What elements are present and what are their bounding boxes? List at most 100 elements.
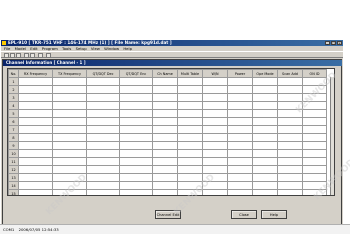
table-cell[interactable] xyxy=(52,85,87,94)
table-cell[interactable] xyxy=(18,77,53,86)
table-cell[interactable] xyxy=(152,117,178,126)
table-cell[interactable] xyxy=(227,109,253,118)
table-cell[interactable] xyxy=(52,77,87,86)
table-cell[interactable] xyxy=(177,165,203,174)
table-row[interactable]: 13 xyxy=(8,173,327,182)
table-cell[interactable] xyxy=(252,165,278,174)
table-cell[interactable] xyxy=(18,117,53,126)
table-cell[interactable] xyxy=(202,141,228,150)
channel-grid[interactable]: No. RX Frequency TX Frequency QT/DQT Dec… xyxy=(7,68,335,196)
table-cell[interactable] xyxy=(152,157,178,166)
table-cell[interactable] xyxy=(18,189,53,195)
table-cell[interactable] xyxy=(119,125,153,134)
table-cell[interactable] xyxy=(52,157,87,166)
table-cell[interactable] xyxy=(119,157,153,166)
close-button[interactable]: Close xyxy=(231,210,257,219)
table-cell[interactable] xyxy=(302,141,327,150)
table-cell[interactable] xyxy=(119,77,153,86)
table-cell[interactable] xyxy=(86,141,120,150)
table-row[interactable]: 6 xyxy=(8,117,327,126)
minimize-button[interactable]: _ xyxy=(325,41,330,45)
table-cell[interactable] xyxy=(227,173,253,182)
table-row[interactable]: 1 xyxy=(8,77,327,86)
table-cell[interactable] xyxy=(86,93,120,102)
table-cell[interactable] xyxy=(86,117,120,126)
table-cell[interactable] xyxy=(302,133,327,142)
table-cell[interactable] xyxy=(52,189,87,195)
table-cell[interactable] xyxy=(18,93,53,102)
table-cell[interactable] xyxy=(302,77,327,86)
table-cell[interactable] xyxy=(177,125,203,134)
table-cell[interactable] xyxy=(277,109,303,118)
column-header[interactable]: Scan Add xyxy=(277,69,303,78)
table-cell[interactable] xyxy=(252,173,278,182)
table-cell[interactable] xyxy=(202,165,228,174)
table-cell[interactable] xyxy=(202,109,228,118)
table-cell[interactable] xyxy=(152,173,178,182)
table-cell[interactable] xyxy=(52,165,87,174)
table-cell[interactable] xyxy=(177,173,203,182)
table-cell[interactable] xyxy=(252,125,278,134)
table-cell[interactable] xyxy=(277,77,303,86)
table-cell[interactable] xyxy=(152,85,178,94)
print-icon[interactable] xyxy=(38,53,43,58)
table-cell[interactable] xyxy=(227,149,253,158)
table-cell[interactable] xyxy=(227,77,253,86)
table-cell[interactable] xyxy=(18,125,53,134)
table-cell[interactable] xyxy=(52,125,87,134)
table-cell[interactable] xyxy=(86,173,120,182)
table-cell[interactable] xyxy=(177,157,203,166)
close-window-button[interactable]: × xyxy=(337,41,342,45)
table-cell[interactable] xyxy=(177,189,203,195)
table-cell[interactable] xyxy=(119,141,153,150)
column-header[interactable]: Multi Table xyxy=(177,69,203,78)
table-cell[interactable] xyxy=(177,77,203,86)
table-cell[interactable] xyxy=(119,117,153,126)
table-row[interactable]: 12 xyxy=(8,165,327,174)
table-cell[interactable] xyxy=(177,181,203,190)
table-cell[interactable] xyxy=(18,165,53,174)
table-row[interactable]: 7 xyxy=(8,125,327,134)
table-cell[interactable] xyxy=(302,189,327,195)
help-button[interactable]: Help xyxy=(261,210,287,219)
table-cell[interactable] xyxy=(252,149,278,158)
table-cell[interactable] xyxy=(227,125,253,134)
table-cell[interactable] xyxy=(152,149,178,158)
column-header[interactable]: Power xyxy=(227,69,253,78)
table-cell[interactable] xyxy=(227,157,253,166)
table-cell[interactable] xyxy=(18,157,53,166)
table-row[interactable]: 14 xyxy=(8,181,327,190)
table-cell[interactable] xyxy=(302,181,327,190)
table-cell[interactable] xyxy=(252,157,278,166)
table-row[interactable]: 10 xyxy=(8,149,327,158)
column-header[interactable]: TX Frequency xyxy=(52,69,87,78)
table-cell[interactable] xyxy=(202,173,228,182)
table-cell[interactable] xyxy=(227,141,253,150)
table-row[interactable]: 2 xyxy=(8,85,327,94)
help-icon[interactable] xyxy=(46,53,51,58)
table-cell[interactable] xyxy=(152,133,178,142)
table-cell[interactable] xyxy=(119,181,153,190)
table-cell[interactable] xyxy=(252,141,278,150)
table-cell[interactable] xyxy=(86,181,120,190)
table-cell[interactable] xyxy=(277,133,303,142)
table-cell[interactable] xyxy=(227,85,253,94)
maximize-button[interactable]: □ xyxy=(331,41,336,45)
table-cell[interactable] xyxy=(119,173,153,182)
table-cell[interactable] xyxy=(18,133,53,142)
table-cell[interactable] xyxy=(177,133,203,142)
table-cell[interactable] xyxy=(277,117,303,126)
table-cell[interactable] xyxy=(152,109,178,118)
table-cell[interactable] xyxy=(86,77,120,86)
table-cell[interactable] xyxy=(277,125,303,134)
table-cell[interactable] xyxy=(302,93,327,102)
new-icon[interactable] xyxy=(4,53,9,58)
table-cell[interactable] xyxy=(227,133,253,142)
table-cell[interactable] xyxy=(119,133,153,142)
table-cell[interactable] xyxy=(277,149,303,158)
table-cell[interactable] xyxy=(202,117,228,126)
table-cell[interactable] xyxy=(86,101,120,110)
table-cell[interactable] xyxy=(277,189,303,195)
table-cell[interactable] xyxy=(152,181,178,190)
table-cell[interactable] xyxy=(119,149,153,158)
